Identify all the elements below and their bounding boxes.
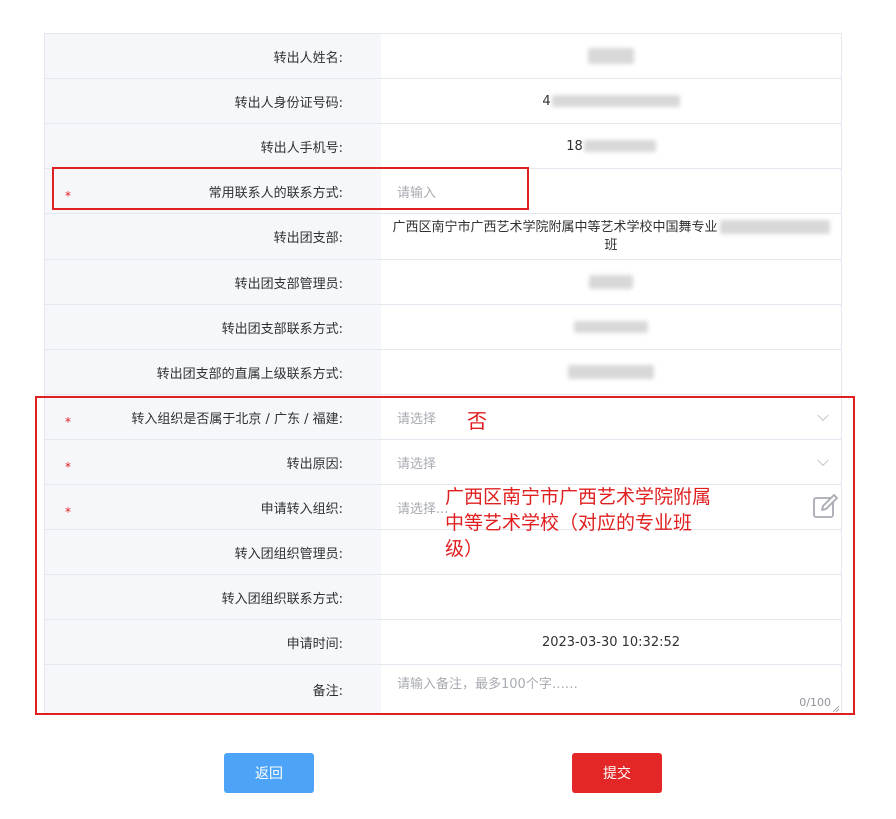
row-reason: * 转出原因: 请选择	[45, 440, 841, 485]
reason-select[interactable]: 请选择	[381, 440, 841, 484]
required-mark: *	[65, 415, 71, 429]
value-id-number: 4	[381, 79, 841, 123]
required-mark: *	[65, 460, 71, 474]
row-target-manager: 转入团组织管理员:	[45, 530, 841, 575]
value-phone: 18	[381, 124, 841, 168]
row-remark: 备注: 请输入备注，最多100个字…… 0/100	[45, 665, 841, 714]
label-id-number: 转出人身份证号码:	[45, 79, 381, 123]
row-out-manager: 转出团支部管理员:	[45, 260, 841, 305]
chevron-down-icon	[817, 454, 829, 467]
redacted-name	[588, 48, 634, 64]
remark-counter: 0/100	[799, 696, 831, 709]
reason-placeholder: 请选择	[397, 456, 437, 472]
remark-textarea[interactable]: 请输入备注，最多100个字…… 0/100	[381, 665, 841, 714]
value-target-contact	[381, 575, 841, 619]
out-branch-text: 广西区南宁市广西艺术学院附属中等艺术学校中国舞专业 班	[381, 219, 841, 255]
annotation-answer-no: 否	[467, 409, 487, 433]
redacted-phone	[583, 140, 656, 152]
back-button[interactable]: 返回	[224, 753, 314, 793]
required-mark: *	[65, 505, 71, 519]
submit-button[interactable]: 提交	[572, 753, 662, 793]
row-target-org: * 申请转入组织: 请选择...	[45, 485, 841, 530]
region-check-select[interactable]: 请选择	[381, 395, 841, 439]
redacted-manager	[589, 275, 633, 289]
redacted-id-number	[551, 95, 680, 107]
row-phone: 转出人手机号: 18	[45, 124, 841, 169]
label-contact: * 常用联系人的联系方式:	[45, 169, 381, 213]
value-superior-contact	[381, 350, 841, 394]
row-out-contact: 转出团支部联系方式:	[45, 305, 841, 350]
label-out-contact: 转出团支部联系方式:	[45, 305, 381, 349]
label-superior-contact: 转出团支部的直属上级联系方式:	[45, 350, 381, 394]
chevron-down-icon	[817, 409, 829, 422]
row-region-check: * 转入组织是否属于北京 / 广东 / 福建: 请选择	[45, 395, 841, 440]
redacted-superior-contact	[568, 365, 654, 379]
label-out-branch: 转出团支部:	[45, 214, 381, 259]
region-check-placeholder: 请选择	[397, 411, 437, 427]
redacted-out-contact	[574, 321, 648, 333]
id-number-prefix: 4	[542, 93, 551, 109]
label-transfer-name: 转出人姓名:	[45, 34, 381, 78]
value-apply-time: 2023-03-30 10:32:52	[381, 620, 841, 664]
row-apply-time: 申请时间: 2023-03-30 10:32:52	[45, 620, 841, 665]
annotation-target-org: 广西区南宁市广西艺术学院附属 中等艺术学校（对应的专业班 级）	[445, 486, 712, 560]
label-out-manager: 转出团支部管理员:	[45, 260, 381, 304]
phone-prefix: 18	[566, 138, 583, 154]
row-id-number: 转出人身份证号码: 4	[45, 79, 841, 124]
label-phone: 转出人手机号:	[45, 124, 381, 168]
label-remark: 备注:	[45, 665, 381, 714]
row-name: 转出人姓名:	[45, 34, 841, 79]
label-target-org: * 申请转入组织:	[45, 485, 381, 529]
value-transfer-name	[381, 34, 841, 78]
required-mark: *	[65, 189, 71, 203]
redacted-branch	[719, 220, 830, 234]
label-target-contact: 转入团组织联系方式:	[45, 575, 381, 619]
row-contact: * 常用联系人的联系方式: 请输入	[45, 169, 841, 214]
label-target-manager: 转入团组织管理员:	[45, 530, 381, 574]
label-apply-time: 申请时间:	[45, 620, 381, 664]
label-region-check: * 转入组织是否属于北京 / 广东 / 福建:	[45, 395, 381, 439]
apply-time-text: 2023-03-30 10:32:52	[541, 634, 681, 650]
contact-input-placeholder: 请输入	[397, 185, 437, 201]
remark-placeholder: 请输入备注，最多100个字……	[397, 677, 578, 692]
edit-icon[interactable]	[811, 493, 839, 521]
resize-handle-icon[interactable]	[833, 706, 839, 712]
target-org-placeholder: 请选择...	[397, 501, 449, 517]
row-out-branch: 转出团支部: 广西区南宁市广西艺术学院附属中等艺术学校中国舞专业 班	[45, 214, 841, 260]
transfer-form: 转出人姓名: 转出人身份证号码: 4 转出人手机号: 18 * 常用联系人的联系…	[44, 33, 842, 715]
value-out-manager	[381, 260, 841, 304]
value-out-branch: 广西区南宁市广西艺术学院附属中等艺术学校中国舞专业 班	[381, 214, 841, 259]
row-superior-contact: 转出团支部的直属上级联系方式:	[45, 350, 841, 395]
label-reason: * 转出原因:	[45, 440, 381, 484]
contact-input[interactable]: 请输入	[381, 169, 841, 213]
value-out-contact	[381, 305, 841, 349]
row-target-contact: 转入团组织联系方式:	[45, 575, 841, 620]
